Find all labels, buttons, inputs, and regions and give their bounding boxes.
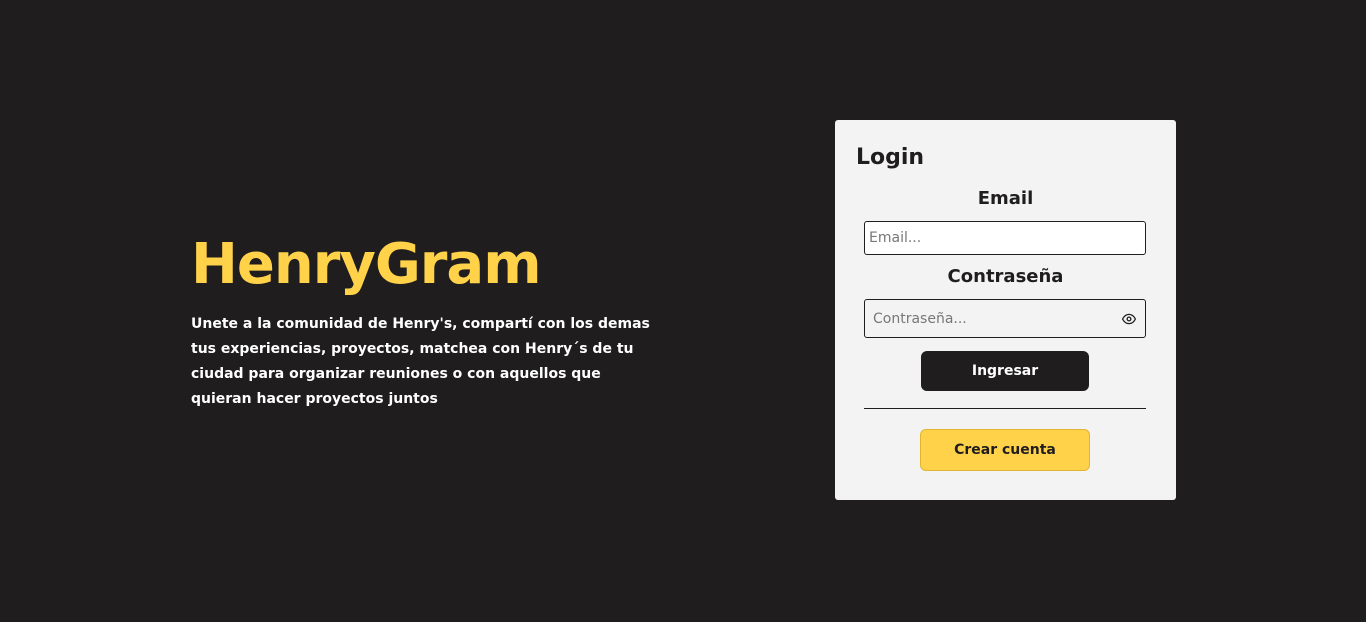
password-field-wrapper xyxy=(864,299,1146,338)
create-account-button[interactable]: Crear cuenta xyxy=(920,429,1090,471)
hero-section: HenryGram Unete a la comunidad de Henry'… xyxy=(191,230,661,412)
password-field[interactable] xyxy=(865,300,1115,337)
divider xyxy=(864,408,1146,409)
login-title: Login xyxy=(856,145,925,170)
login-card: Login Email Contraseña Ingresar Crear cu… xyxy=(835,120,1176,500)
landing-page: HenryGram Unete a la comunidad de Henry'… xyxy=(0,0,1366,622)
email-field[interactable] xyxy=(864,221,1146,255)
brand-tagline: Unete a la comunidad de Henry's, compart… xyxy=(191,316,650,407)
brand-title: HenryGram xyxy=(191,232,542,297)
login-button[interactable]: Ingresar xyxy=(921,351,1089,391)
password-label: Contraseña xyxy=(947,266,1064,287)
email-label: Email xyxy=(977,188,1034,209)
eye-icon[interactable] xyxy=(1121,311,1137,325)
